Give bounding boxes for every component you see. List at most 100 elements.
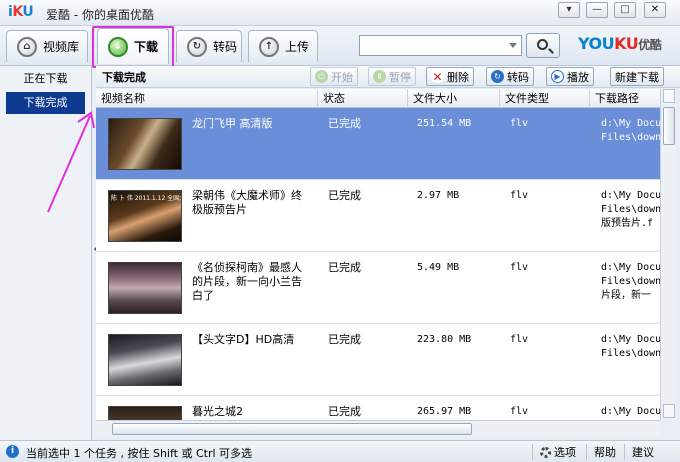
column-header-type[interactable]: 文件类型	[500, 89, 590, 108]
video-name: 暮光之城2	[192, 405, 243, 418]
video-path: d:\My Docu Files\down 版预告片.f	[601, 190, 660, 229]
video-status: 已完成	[328, 333, 361, 346]
divider	[586, 444, 587, 460]
download-icon: ↓	[108, 36, 128, 57]
video-name: 梁朝伟《大魔术师》终极版预告片	[192, 189, 302, 216]
help-button[interactable]: 帮助	[594, 444, 616, 460]
video-status: 已完成	[328, 189, 361, 202]
sidebar: 正在下载 下载完成	[0, 66, 92, 440]
video-size: 2.97 MB	[417, 190, 460, 201]
video-name: 《名侦探柯南》最感人的片段，新一向小兰告白了	[192, 261, 302, 302]
table-row[interactable]: 龙门飞甲 高清版 已完成 251.54 MB flv d:\My Docu Fi…	[96, 108, 660, 180]
play-icon: ▶	[551, 70, 564, 83]
sidebar-item-downloading[interactable]: 正在下载	[0, 68, 91, 90]
video-type: flv	[510, 118, 529, 129]
sidebar-item-completed[interactable]: 下载完成	[6, 92, 85, 114]
upload-icon: ↑	[259, 36, 279, 57]
search-input[interactable]	[360, 36, 500, 55]
close-button[interactable]: ✕	[644, 2, 666, 18]
table-row[interactable]: 陈 卜 伟 2011.1.12 全国大 梁朝伟《大魔术师》终极版预告片 已完成 …	[96, 180, 660, 252]
video-path: d:\My Docu Files\down	[601, 334, 660, 359]
pause-icon: Ⅱ	[373, 70, 386, 83]
video-status: 已完成	[328, 405, 361, 418]
table-row[interactable]: 《名侦探柯南》最感人的片段，新一向小兰告白了 已完成 5.49 MB flv d…	[96, 252, 660, 324]
video-type: flv	[510, 262, 529, 273]
video-size: 223.80 MB	[417, 334, 472, 345]
video-name: 龙门飞甲 高清版	[192, 117, 273, 130]
pause-button[interactable]: Ⅱ 暂停	[368, 67, 416, 86]
scroll-down-icon[interactable]	[663, 404, 675, 418]
tab-label: 上传	[285, 40, 310, 54]
video-type: flv	[510, 334, 529, 345]
tab-transcode[interactable]: ↻ 转码	[176, 30, 242, 62]
tab-label: 转码	[213, 40, 238, 54]
video-thumbnail	[108, 262, 182, 314]
video-size: 5.49 MB	[417, 262, 460, 273]
table-row[interactable]: 暮光之城2 已完成 265.97 MB flv d:\My Docu	[96, 396, 660, 420]
column-header-name[interactable]: 视频名称	[96, 89, 318, 108]
video-thumbnail	[108, 334, 182, 386]
options-button[interactable]: 选项	[540, 444, 576, 460]
status-bar: i 当前选中 1 个任务 , 按住 Shift 或 Ctrl 可多选 选项 帮助…	[0, 440, 680, 462]
status-text: 当前选中 1 个任务 , 按住 Shift 或 Ctrl 可多选	[26, 447, 253, 460]
delete-icon: ✕	[431, 69, 444, 84]
scroll-up-icon[interactable]	[663, 89, 675, 103]
video-thumbnail: 陈 卜 伟 2011.1.12 全国大	[108, 190, 182, 242]
download-table: 龙门飞甲 高清版 已完成 251.54 MB flv d:\My Docu Fi…	[96, 108, 660, 420]
play-button[interactable]: ▶ 播放	[546, 67, 594, 86]
column-header-size[interactable]: 文件大小	[408, 89, 500, 108]
search-field[interactable]	[359, 35, 522, 56]
video-path: d:\My Docu Files\down 片段，新一	[601, 262, 660, 301]
video-path: d:\My Docu	[601, 406, 660, 417]
divider	[532, 444, 533, 460]
search-button[interactable]	[526, 33, 560, 58]
main-header: 下载完成 ⏻ 开始 Ⅱ 暂停 ✕ 删除 ↻ 转码 ▶ 播放 新建下载	[96, 66, 680, 88]
page-title: 下载完成	[102, 71, 146, 84]
chevron-down-icon[interactable]	[509, 43, 517, 48]
window-title: 爱酷 - 你的桌面优酷	[46, 8, 155, 22]
video-type: flv	[510, 406, 529, 417]
new-download-button[interactable]: 新建下载	[610, 67, 664, 86]
iku-logo: iKU	[8, 4, 34, 20]
play-circle-icon: ⏻	[315, 70, 328, 83]
column-header-path[interactable]: 下载路径	[590, 89, 660, 108]
table-row[interactable]: 【头文字D】HD高清 已完成 223.80 MB flv d:\My Docu …	[96, 324, 660, 396]
video-thumbnail	[108, 406, 182, 420]
menu-button[interactable]: ▾	[558, 2, 580, 18]
column-header-status[interactable]: 状态	[318, 89, 408, 108]
scrollbar-thumb[interactable]	[112, 423, 472, 435]
video-thumbnail	[108, 118, 182, 170]
tab-label: 视频库	[43, 40, 80, 54]
video-status: 已完成	[328, 117, 361, 130]
youku-logo: YOUKU优酷	[578, 34, 662, 53]
transcode-icon: ↻	[187, 36, 207, 57]
scrollbar-thumb[interactable]	[663, 107, 675, 145]
table-header: 视频名称 状态 文件大小 文件类型 下载路径	[96, 89, 660, 108]
home-icon: ⌂	[17, 36, 37, 57]
divider	[624, 444, 625, 460]
suggest-button[interactable]: 建议	[632, 444, 654, 460]
video-type: flv	[510, 190, 529, 201]
video-path: d:\My Docu Files\down	[601, 118, 660, 143]
video-size: 251.54 MB	[417, 118, 472, 129]
minimize-button[interactable]: —	[586, 2, 608, 18]
horizontal-scrollbar[interactable]	[96, 420, 660, 436]
gear-icon	[540, 446, 551, 458]
info-icon: i	[6, 445, 19, 458]
delete-button[interactable]: ✕ 删除	[426, 67, 474, 86]
vertical-scrollbar[interactable]	[660, 89, 676, 420]
tab-label: 下载	[134, 40, 159, 54]
start-button[interactable]: ⏻ 开始	[310, 67, 358, 86]
tab-upload[interactable]: ↑ 上传	[248, 30, 318, 62]
transcode-button[interactable]: ↻ 转码	[486, 67, 534, 86]
title-bar: iKU 爱酷 - 你的桌面优酷 ▾ — □ ✕	[0, 0, 680, 26]
transcode-icon: ↻	[491, 70, 504, 83]
maximize-button[interactable]: □	[614, 2, 636, 18]
thumbnail-caption: 陈 卜 伟 2011.1.12 全国大	[111, 195, 181, 202]
video-status: 已完成	[328, 261, 361, 274]
tab-video-library[interactable]: ⌂ 视频库	[6, 30, 88, 62]
video-name: 【头文字D】HD高清	[192, 333, 295, 346]
tab-download[interactable]: ↓ 下载	[97, 28, 169, 64]
video-size: 265.97 MB	[417, 406, 472, 417]
search-icon	[537, 39, 548, 50]
